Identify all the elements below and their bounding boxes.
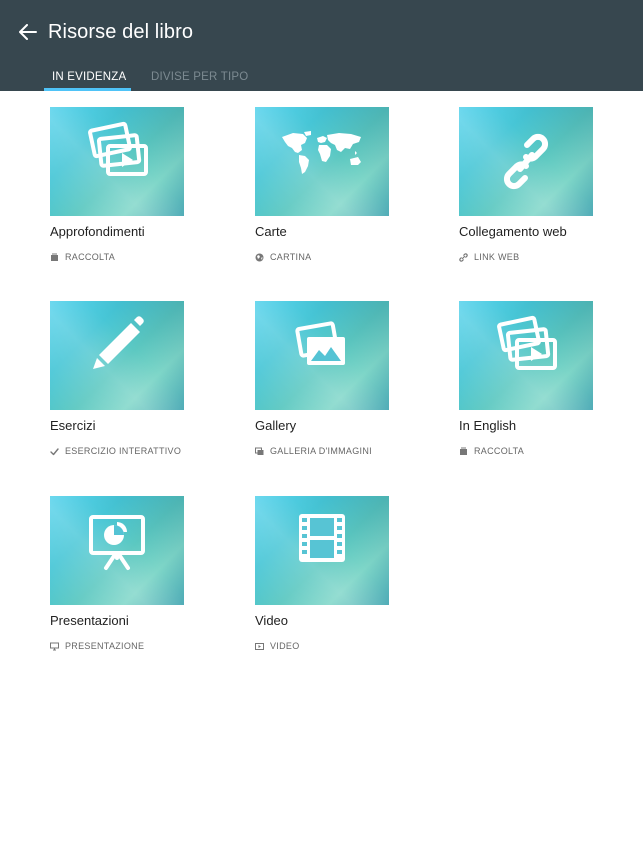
- resource-type-label: PRESENTAZIONE: [65, 641, 145, 651]
- resource-type: CARTINA: [255, 251, 311, 263]
- world-map-icon: [282, 131, 361, 174]
- tab-divise-per-tipo[interactable]: DIVISE PER TIPO: [151, 70, 248, 84]
- resource-type-label: RACCOLTA: [474, 446, 525, 456]
- gallery-icon: [255, 447, 264, 456]
- collection-icon: [459, 447, 468, 456]
- back-button[interactable]: [14, 19, 42, 45]
- chain-link-icon: [503, 133, 549, 190]
- resource-type-label: RACCOLTA: [65, 252, 116, 262]
- globe-icon: [255, 253, 264, 262]
- resource-title: Gallery: [255, 418, 297, 433]
- resource-card-collegamento-web[interactable]: Collegamento web LINK WEB: [459, 107, 609, 277]
- presentation-icon: [50, 642, 59, 651]
- collection-icon: [50, 253, 59, 262]
- pencil-icon: [93, 316, 144, 369]
- resource-type: GALLERIA D'IMMAGINI: [255, 445, 372, 457]
- resource-thumbnail: [50, 301, 184, 410]
- resource-thumbnail: [459, 301, 593, 410]
- resource-thumbnail: [459, 107, 593, 216]
- resource-title: In English: [459, 418, 517, 433]
- resource-title: Carte: [255, 224, 287, 239]
- checkmark-icon: [50, 447, 59, 456]
- resource-title: Presentazioni: [50, 613, 129, 628]
- resource-title: Esercizi: [50, 418, 96, 433]
- resource-card-in-english[interactable]: In English RACCOLTA: [459, 301, 609, 471]
- slides-video-icon: [88, 121, 148, 176]
- resource-type-label: CARTINA: [270, 252, 312, 262]
- tab-in-evidenza[interactable]: IN EVIDENZA: [52, 70, 126, 84]
- resource-type-label: LINK WEB: [474, 252, 520, 262]
- resource-thumbnail: [255, 496, 389, 605]
- resource-card-esercizi[interactable]: Esercizi ESERCIZIO INTERATTIVO: [50, 301, 200, 471]
- resource-thumbnail: [255, 301, 389, 410]
- resource-card-gallery[interactable]: Gallery GALLERIA D'IMMAGINI: [255, 301, 405, 471]
- resource-type: ESERCIZIO INTERATTIVO: [50, 445, 181, 457]
- resource-card-approfondimenti[interactable]: Approfondimenti RACCOLTA: [50, 107, 200, 277]
- active-tab-indicator: [44, 88, 131, 91]
- page-title: Risorse del libro: [48, 21, 194, 43]
- resource-type: PRESENTAZIONE: [50, 640, 144, 652]
- resource-thumbnail: [50, 496, 184, 605]
- resource-card-presentazioni[interactable]: Presentazioni PRESENTAZIONE: [50, 496, 200, 666]
- photo-stack-icon: [295, 321, 345, 365]
- link-icon: [459, 252, 468, 262]
- resource-type: LINK WEB: [459, 251, 519, 263]
- resource-card-carte[interactable]: Carte CARTINA: [255, 107, 405, 277]
- video-icon: [255, 642, 264, 651]
- resource-type-label: ESERCIZIO INTERATTIVO: [65, 446, 182, 456]
- app-bar: Risorse del libro IN EVIDENZA DIVISE PER…: [0, 0, 643, 91]
- resource-title: Collegamento web: [459, 224, 567, 239]
- resource-title: Video: [255, 613, 289, 628]
- resource-type: RACCOLTA: [459, 445, 524, 457]
- film-strip-icon: [299, 514, 345, 562]
- resource-type-label: VIDEO: [270, 641, 300, 651]
- resource-type: RACCOLTA: [50, 251, 115, 263]
- presentation-board-icon: [89, 515, 145, 570]
- resource-type: VIDEO: [255, 640, 300, 652]
- arrow-left-icon: [19, 24, 37, 40]
- resource-title: Approfondimenti: [50, 224, 145, 239]
- resource-card-video[interactable]: Video VIDEO: [255, 496, 405, 666]
- resource-type-label: GALLERIA D'IMMAGINI: [270, 446, 372, 456]
- slides-video-icon: [497, 315, 557, 370]
- resource-thumbnail: [50, 107, 184, 216]
- resource-thumbnail: [255, 107, 389, 216]
